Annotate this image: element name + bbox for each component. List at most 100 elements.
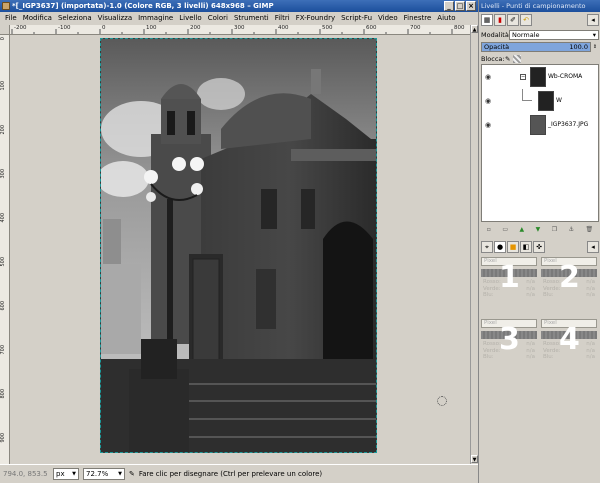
- layer-thumbnail: [538, 91, 554, 111]
- ruler-label: 400: [0, 213, 6, 223]
- status-message: Fare clic per disegnare (Ctrl per prelev…: [138, 470, 323, 478]
- title-bar[interactable]: *[_IGP3637] (importata)-1.0 (Colore RGB,…: [0, 0, 478, 12]
- menu-fx-foundry[interactable]: FX-Foundry: [293, 12, 338, 25]
- minimize-button[interactable]: _: [444, 1, 454, 11]
- menu-bar: File Modifica Seleziona Visualizza Immag…: [0, 12, 478, 25]
- channels-tab-icon[interactable]: ▮: [494, 14, 506, 26]
- sample-values: n/a n/a n/a: [526, 279, 535, 299]
- mode-label: Modalità:: [481, 30, 512, 39]
- layer-row[interactable]: ◉ − Wb-CROMA: [482, 65, 598, 89]
- unit-select[interactable]: px ▼: [53, 468, 79, 480]
- church-photo: [101, 39, 376, 452]
- menu-colori[interactable]: Colori: [205, 12, 231, 25]
- sample-value: n/a: [526, 292, 535, 298]
- pointer-tab-icon[interactable]: ⌖: [481, 241, 493, 253]
- menu-livello[interactable]: Livello: [176, 12, 204, 25]
- maximize-button[interactable]: □: [455, 1, 465, 11]
- tree-connector: [522, 89, 532, 101]
- zoom-value: 72.7%: [86, 470, 109, 478]
- delete-layer-icon[interactable]: 🗑: [586, 226, 594, 233]
- zoom-select[interactable]: 72.7% ▼: [83, 468, 125, 480]
- menu-finestre[interactable]: Finestre: [401, 12, 435, 25]
- dock-menu-icon[interactable]: ◂: [587, 14, 599, 26]
- close-button[interactable]: ×: [466, 1, 476, 11]
- navigation-tab-icon[interactable]: ✜: [533, 241, 545, 253]
- scroll-down-icon[interactable]: ▼: [471, 455, 478, 463]
- layers-tab-icon[interactable]: ▦: [481, 14, 493, 26]
- sample-points-panel: Pixel Rosso: Verde: Blu: n/a n/a n/a 1 Pixel…: [481, 257, 599, 377]
- dock-title[interactable]: Livelli - Punti di campionamento: [479, 0, 600, 12]
- sample-points-tab-icon[interactable]: ●: [494, 241, 506, 253]
- ruler-label: 500: [0, 257, 6, 267]
- eye-icon[interactable]: ◉: [485, 97, 495, 105]
- layers-actions: ▫ ▭ ▲ ▼ ❐ ⚓ 🗑: [481, 224, 599, 234]
- menu-strumenti[interactable]: Strumenti: [231, 12, 272, 25]
- layer-name[interactable]: Wb-CROMA: [548, 73, 582, 80]
- canvas-area[interactable]: [11, 36, 470, 464]
- ruler-label: 800: [0, 389, 6, 399]
- window-title: *[_IGP3637] (importata)-1.0 (Colore RGB,…: [12, 2, 274, 10]
- layer-row[interactable]: ◉ _IGP3637.JPG: [482, 113, 598, 137]
- ruler-label: 600: [0, 301, 6, 311]
- dock-tab-bar: ▦ ▮ ✐ ↶ ◂: [479, 12, 600, 28]
- menu-seleziona[interactable]: Seleziona: [55, 12, 95, 25]
- layers-list[interactable]: ◉ − Wb-CROMA ◉ W ◉ _IGP3637.JPG: [481, 64, 599, 222]
- sample-point-1: Pixel Rosso: Verde: Blu: n/a n/a n/a 1: [481, 257, 537, 313]
- image-canvas[interactable]: [100, 38, 377, 453]
- layer-name[interactable]: _IGP3637.JPG: [548, 121, 588, 128]
- sample-point-2: Pixel Rosso: Verde: Blu: n/a n/a n/a 2: [541, 257, 597, 313]
- menu-modifica[interactable]: Modifica: [20, 12, 55, 25]
- lock-row: Blocca: ✎: [481, 53, 599, 64]
- undo-tab-icon[interactable]: ↶: [520, 14, 532, 26]
- sample-point-3: Pixel Rosso: Verde: Blu: n/a n/a n/a 3: [481, 319, 537, 375]
- new-layer-icon[interactable]: ▫: [487, 226, 491, 233]
- unit-value: px: [56, 470, 65, 478]
- paths-tab-icon[interactable]: ✐: [507, 14, 519, 26]
- lower-layer-icon[interactable]: ▼: [536, 226, 541, 233]
- opacity-value: 100.0: [569, 42, 588, 51]
- scroll-up-icon[interactable]: ▲: [471, 25, 478, 33]
- vertical-ruler[interactable]: 0 100 200 300 400 500 600 700 800 900: [0, 35, 10, 464]
- ruler-label: 900: [0, 433, 6, 443]
- gimp-icon: [2, 2, 10, 10]
- anchor-layer-icon[interactable]: ⚓: [569, 226, 574, 233]
- sample-values: n/a n/a n/a: [586, 341, 595, 361]
- sample-value: n/a: [586, 354, 595, 360]
- collapse-icon[interactable]: −: [520, 74, 526, 80]
- sample-value: n/a: [586, 279, 595, 285]
- raise-layer-icon[interactable]: ▲: [520, 226, 525, 233]
- menu-script-fu[interactable]: Script-Fu: [338, 12, 375, 25]
- color-tab-icon[interactable]: ■: [507, 241, 519, 253]
- horizontal-ruler[interactable]: -200 -100 0 100 200 300 400 500 600 700 …: [10, 25, 470, 35]
- menu-filtri[interactable]: Filtri: [272, 12, 293, 25]
- pointer-coordinates: 794.0, 853.5: [3, 470, 48, 478]
- spin-arrows-icon[interactable]: ⇕: [591, 44, 599, 50]
- duplicate-layer-icon[interactable]: ❐: [552, 226, 557, 233]
- lock-pixels-icon[interactable]: ✎: [505, 55, 513, 63]
- menu-aiuto[interactable]: Aiuto: [434, 12, 458, 25]
- layer-row[interactable]: ◉ W: [482, 89, 598, 113]
- status-bar: 794.0, 853.5 px ▼ 72.7% ▼ ✎ Fare clic per …: [0, 464, 478, 483]
- new-group-icon[interactable]: ▭: [502, 226, 508, 233]
- menu-file[interactable]: File: [2, 12, 20, 25]
- eye-icon[interactable]: ◉: [485, 121, 495, 129]
- menu-video[interactable]: Video: [375, 12, 401, 25]
- lock-alpha-icon[interactable]: [513, 54, 521, 63]
- layer-name[interactable]: W: [556, 97, 562, 104]
- mode-value: Normale: [512, 30, 540, 39]
- dock-menu-icon[interactable]: ◂: [587, 241, 599, 253]
- histogram-tab-icon[interactable]: ◧: [520, 241, 532, 253]
- sample-value: n/a: [586, 292, 595, 298]
- sample-number: 1: [499, 260, 520, 295]
- chevron-down-icon: ▾: [592, 30, 596, 39]
- ruler-corner-button[interactable]: [0, 25, 10, 35]
- sample-number: 4: [559, 322, 580, 357]
- eye-icon[interactable]: ◉: [485, 73, 495, 81]
- menu-immagine[interactable]: Immagine: [135, 12, 176, 25]
- sample-number: 2: [559, 260, 580, 295]
- menu-visualizza[interactable]: Visualizza: [95, 12, 135, 25]
- brush-cursor-icon: [437, 396, 447, 406]
- mode-select[interactable]: Normale ▾: [509, 29, 599, 40]
- vertical-scrollbar[interactable]: ▲ ▼: [470, 25, 478, 464]
- opacity-slider[interactable]: Opacità 100.0: [481, 41, 591, 52]
